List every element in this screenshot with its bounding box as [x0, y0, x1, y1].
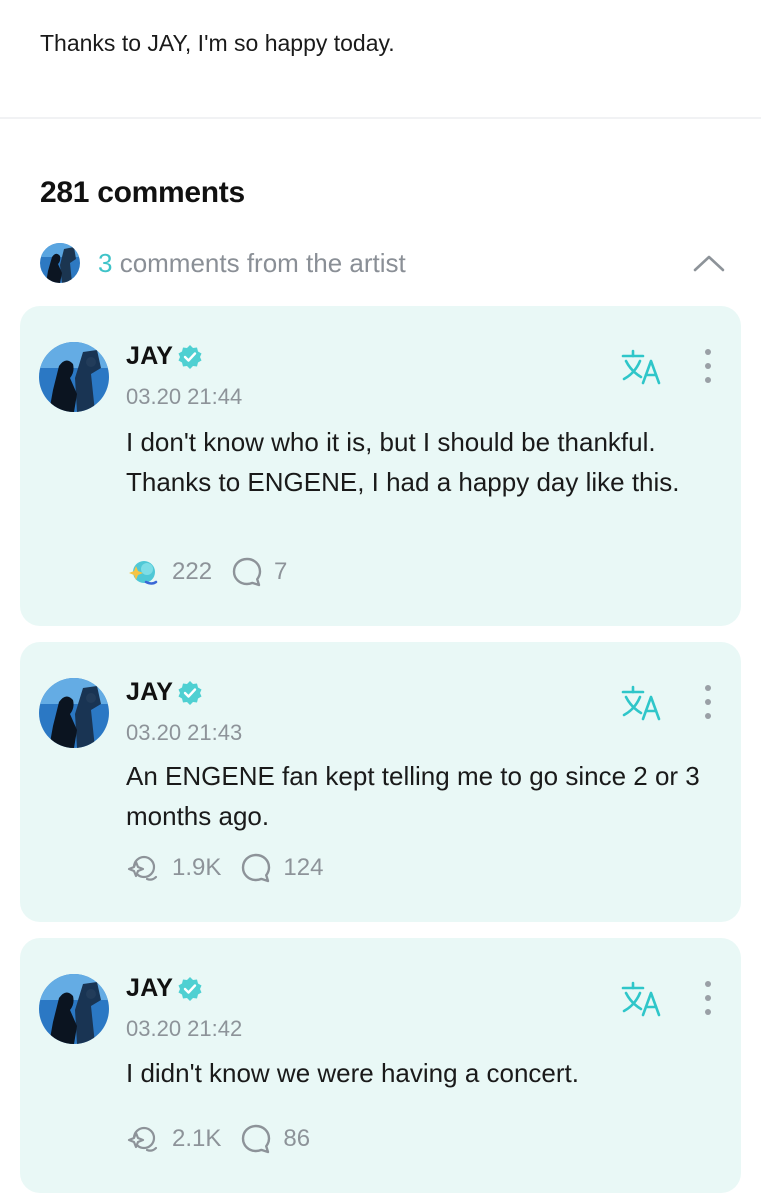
- comment-timestamp: 03.20 21:44: [126, 384, 243, 409]
- verified-badge-icon: [177, 976, 203, 1002]
- artist-comments-toggle[interactable]: 3 comments from the artist: [40, 242, 730, 284]
- comment-card[interactable]: JAY 03.20 21:42 I didn't know we were ha…: [20, 938, 741, 1193]
- more-vertical-icon[interactable]: [698, 346, 718, 386]
- like-count: 1.9K: [172, 854, 222, 881]
- like-icon[interactable]: [126, 555, 160, 589]
- comment-bubble-icon[interactable]: [239, 1122, 273, 1156]
- comment-stats: 1.9K 124: [126, 851, 323, 885]
- translate-icon[interactable]: [621, 349, 663, 385]
- comment-text: I don't know who it is, but I should be …: [126, 427, 680, 497]
- artist-comments-text: comments from the artist: [112, 248, 406, 278]
- artist-comments-label: 3 comments from the artist: [98, 248, 406, 279]
- artist-avatar: [40, 243, 80, 283]
- translate-icon[interactable]: [621, 981, 663, 1017]
- post-text: Thanks to JAY, I'm so happy today.: [40, 30, 395, 56]
- verified-badge-icon: [177, 680, 203, 706]
- translate-icon[interactable]: [621, 685, 663, 721]
- like-count: 222: [172, 558, 213, 585]
- comment-timestamp: 03.20 21:43: [126, 720, 243, 745]
- author-avatar[interactable]: [39, 342, 109, 412]
- reply-count: 86: [283, 1125, 311, 1152]
- like-icon[interactable]: [126, 1122, 160, 1156]
- like-icon[interactable]: [126, 851, 160, 885]
- comments-count: 281 comments: [40, 176, 245, 209]
- author-name[interactable]: JAY: [126, 678, 173, 707]
- chevron-up-icon[interactable]: [692, 246, 726, 280]
- divider: [0, 117, 761, 119]
- more-vertical-icon[interactable]: [698, 978, 718, 1018]
- comment-text: An ENGENE fan kept telling me to go sinc…: [126, 761, 700, 831]
- author-avatar[interactable]: [39, 974, 109, 1044]
- comment-card[interactable]: JAY 03.20 21:43 An ENGENE fan kept telli…: [20, 642, 741, 922]
- reply-count: 124: [283, 854, 324, 881]
- comment-bubble-icon[interactable]: [239, 851, 273, 885]
- like-count: 2.1K: [172, 1125, 222, 1152]
- author-name[interactable]: JAY: [126, 342, 173, 371]
- comment-stats: 2.1K 86: [126, 1122, 310, 1156]
- comment-bubble-icon[interactable]: [230, 555, 264, 589]
- more-vertical-icon[interactable]: [698, 682, 718, 722]
- comment-text: I didn't know we were having a concert.: [126, 1058, 579, 1088]
- artist-comments-count: 3: [98, 248, 113, 278]
- comment-timestamp: 03.20 21:42: [126, 1016, 243, 1041]
- comment-stats: 222 7: [126, 555, 287, 589]
- comment-card[interactable]: JAY 03.20 21:44 I don't know who it is, …: [20, 306, 741, 626]
- author-avatar[interactable]: [39, 678, 109, 748]
- author-name[interactable]: JAY: [126, 974, 173, 1003]
- verified-badge-icon: [177, 344, 203, 370]
- reply-count: 7: [274, 558, 288, 585]
